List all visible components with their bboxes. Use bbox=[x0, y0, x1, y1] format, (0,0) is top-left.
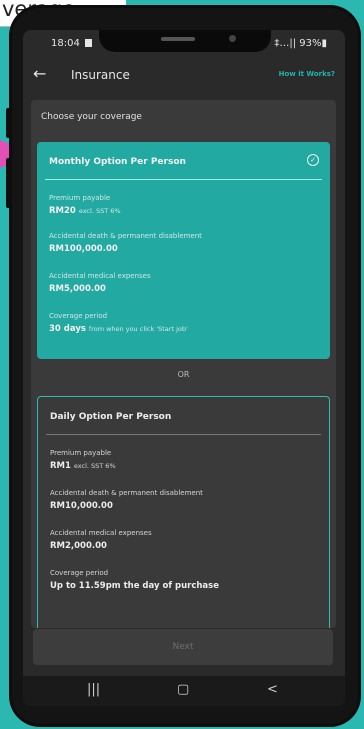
daily-coverage-period: Coverage period Up to 11.59pm the day of… bbox=[50, 569, 219, 591]
monthly-premium: Premium payable RM20 excl. SST 6% bbox=[49, 194, 121, 216]
camera-icon bbox=[229, 35, 236, 42]
period-label: Coverage period bbox=[49, 312, 108, 320]
monthly-death-cover: Accidental death & permanent disablement… bbox=[49, 232, 202, 254]
premium-sub: excl. SST 6% bbox=[73, 462, 116, 470]
period-label: Coverage period bbox=[50, 569, 109, 577]
monthly-medical-cover: Accidental medical expenses RM5,000.00 bbox=[49, 272, 151, 294]
side-button bbox=[6, 158, 10, 208]
death-label: Accidental death & permanent disablement bbox=[49, 232, 202, 240]
period-value: Up to 11.59pm the day of purchase bbox=[50, 581, 219, 591]
premium-sub: excl. SST 6% bbox=[78, 207, 121, 215]
medical-value: RM5,000.00 bbox=[49, 284, 106, 294]
death-value: RM10,000.00 bbox=[50, 501, 113, 511]
premium-label: Premium payable bbox=[49, 194, 111, 202]
section-title: Choose your coverage bbox=[41, 112, 142, 122]
status-time: 18:04 bbox=[51, 38, 80, 49]
premium-value: RM1 bbox=[50, 461, 71, 471]
status-indicators: ‡…|| 93%▮ bbox=[274, 38, 327, 49]
page-title: Insurance bbox=[71, 68, 130, 82]
medical-label: Accidental medical expenses bbox=[50, 529, 152, 537]
death-value: RM100,000.00 bbox=[49, 244, 118, 254]
premium-label: Premium payable bbox=[50, 449, 112, 457]
daily-medical-cover: Accidental medical expenses RM2,000.00 bbox=[50, 529, 152, 551]
death-label: Accidental death & permanent disablement bbox=[50, 489, 203, 497]
coverage-panel: Choose your coverage Monthly Option Per … bbox=[31, 100, 336, 628]
premium-value-row: RM20 excl. SST 6% bbox=[49, 206, 121, 216]
medical-value: RM2,000.00 bbox=[50, 541, 107, 551]
period-sub: from when you click 'Start job' bbox=[88, 325, 188, 333]
camera-notch bbox=[99, 30, 271, 52]
period-value: 30 days bbox=[49, 324, 86, 334]
recent-apps-icon[interactable]: ||| bbox=[87, 682, 100, 697]
app-bar: ← Insurance How it Works? bbox=[23, 56, 345, 98]
premium-value: RM20 bbox=[49, 206, 76, 216]
how-it-works-link[interactable]: How it Works? bbox=[279, 70, 335, 78]
navigation-bar: ||| ▢ < bbox=[23, 676, 345, 706]
speaker-slit bbox=[161, 37, 195, 41]
volume-button bbox=[6, 108, 10, 138]
medical-label: Accidental medical expenses bbox=[49, 272, 151, 280]
daily-option-title: Daily Option Per Person bbox=[50, 412, 172, 422]
monthly-option-card[interactable]: Monthly Option Per Person ✓ Premium paya… bbox=[37, 142, 330, 359]
premium-value-row: RM1 excl. SST 6% bbox=[50, 461, 116, 471]
phone-screen: 18:04 ‡…|| 93%▮ ← Insurance How it Works… bbox=[23, 30, 345, 706]
selected-check-icon: ✓ bbox=[307, 154, 319, 166]
notification-icon bbox=[85, 39, 92, 47]
divider bbox=[45, 179, 322, 180]
back-arrow-icon[interactable]: ← bbox=[33, 64, 46, 83]
or-separator: OR bbox=[177, 370, 190, 379]
nav-back-icon[interactable]: < bbox=[267, 682, 278, 697]
daily-premium: Premium payable RM1 excl. SST 6% bbox=[50, 449, 116, 471]
period-value-row: 30 days from when you click 'Start job' bbox=[49, 324, 188, 334]
daily-death-cover: Accidental death & permanent disablement… bbox=[50, 489, 203, 511]
monthly-coverage-period: Coverage period 30 days from when you cl… bbox=[49, 312, 188, 334]
divider bbox=[46, 434, 321, 435]
daily-option-card[interactable]: Daily Option Per Person Premium payable … bbox=[37, 396, 330, 628]
next-button[interactable]: Next bbox=[33, 629, 333, 665]
monthly-option-title: Monthly Option Per Person bbox=[49, 157, 186, 167]
home-icon[interactable]: ▢ bbox=[177, 682, 189, 697]
